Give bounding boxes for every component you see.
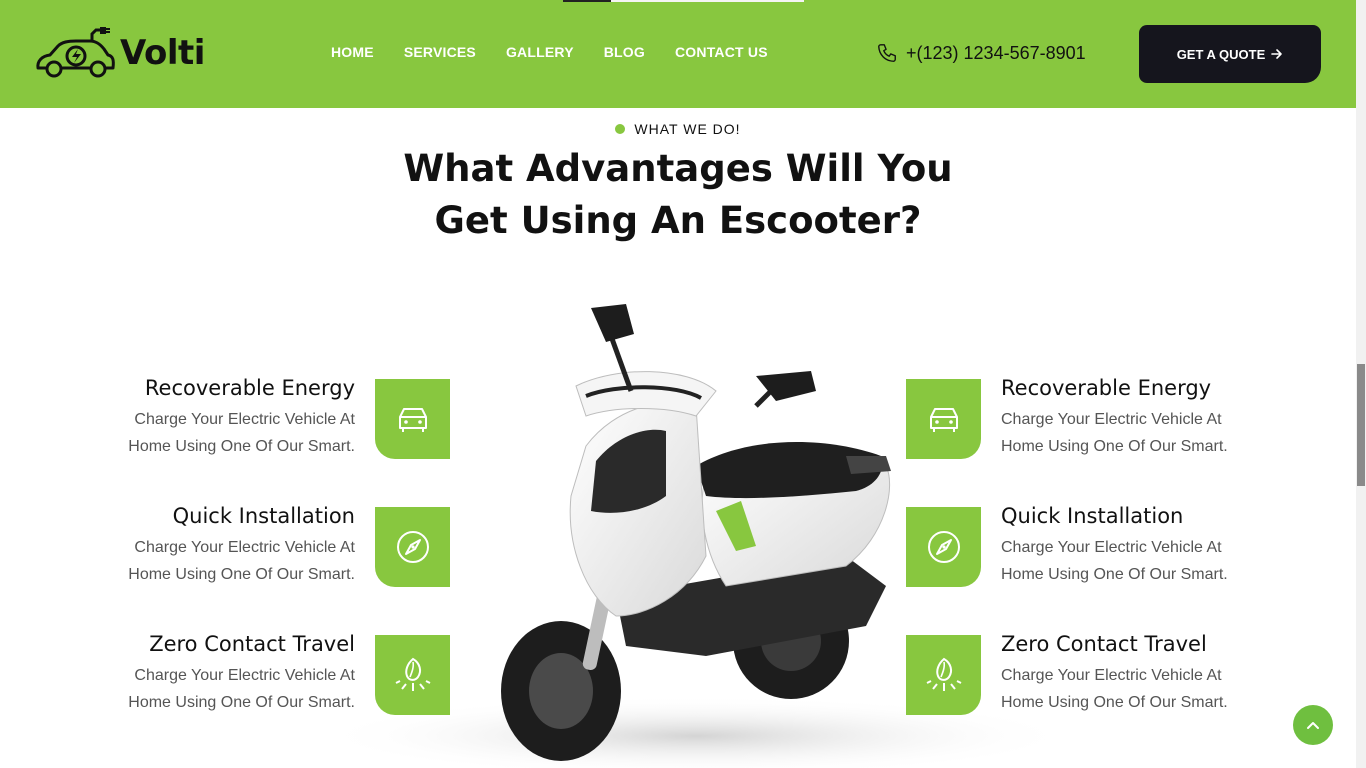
feature-description: Charge Your Electric Vehicle At Home Usi… xyxy=(25,406,355,460)
feature-icon-box xyxy=(906,635,981,715)
feature-right-quick-installation: Quick Installation Charge Your Electric … xyxy=(1001,504,1331,588)
back-to-top-button[interactable] xyxy=(1293,705,1333,745)
feature-description-line-2: Home Using One Of Our Smart. xyxy=(128,694,355,711)
feature-title: Zero Contact Travel xyxy=(149,632,355,656)
feature-description: Charge Your Electric Vehicle At Home Usi… xyxy=(25,534,355,588)
phone-icon xyxy=(878,44,896,62)
feature-description-line-2: Home Using One Of Our Smart. xyxy=(128,438,355,455)
feature-description-line-2: Home Using One Of Our Smart. xyxy=(1001,566,1228,583)
feature-description-line-2: Home Using One Of Our Smart. xyxy=(1001,694,1228,711)
main-nav: HOME SERVICES GALLERY BLOG CONTACT US xyxy=(331,44,768,60)
car-plug-logo-icon xyxy=(36,27,115,78)
feature-right-zero-contact-travel: Zero Contact Travel Charge Your Electric… xyxy=(1001,632,1331,716)
feature-description-line-1: Charge Your Electric Vehicle At xyxy=(134,411,355,428)
brand-name: Volti xyxy=(120,33,205,73)
scrollbar-thumb[interactable] xyxy=(1357,364,1365,486)
compass-icon xyxy=(927,531,960,563)
feature-icon-box xyxy=(375,507,450,587)
eco-leaf-icon xyxy=(926,657,961,691)
feature-title: Zero Contact Travel xyxy=(1001,632,1207,656)
feature-description: Charge Your Electric Vehicle At Home Usi… xyxy=(25,662,355,716)
phone-contact[interactable]: +(123) 1234-567-8901 xyxy=(876,42,1086,64)
phone-number: +(123) 1234-567-8901 xyxy=(906,42,1086,63)
feature-title: Quick Installation xyxy=(1001,504,1184,528)
feature-icon-box xyxy=(906,379,981,459)
feature-description-line-1: Charge Your Electric Vehicle At xyxy=(1001,411,1222,428)
feature-description-line-1: Charge Your Electric Vehicle At xyxy=(1001,539,1222,556)
nav-home[interactable]: HOME xyxy=(331,44,374,60)
feature-description: Charge Your Electric Vehicle At Home Usi… xyxy=(1001,662,1331,716)
section-title-line-1: What Advantages Will You xyxy=(403,147,953,190)
eyebrow-dot xyxy=(615,124,626,134)
feature-description-line-2: Home Using One Of Our Smart. xyxy=(128,566,355,583)
feature-title: Quick Installation xyxy=(172,504,355,528)
car-icon xyxy=(398,408,427,432)
nav-blog[interactable]: BLOG xyxy=(604,44,645,60)
chevron-up-icon xyxy=(1307,722,1319,729)
eco-leaf-icon xyxy=(395,657,430,691)
feature-left-quick-installation: Quick Installation Charge Your Electric … xyxy=(25,504,355,588)
section-title-line-2: Get Using An Escooter? xyxy=(434,199,922,242)
section-title: What Advantages Will You Get Using An Es… xyxy=(0,143,1356,247)
nav-contact-us[interactable]: CONTACT US xyxy=(675,44,768,60)
feature-description-line-2: Home Using One Of Our Smart. xyxy=(1001,438,1228,455)
feature-title: Recoverable Energy xyxy=(144,376,355,400)
feature-left-zero-contact-travel: Zero Contact Travel Charge Your Electric… xyxy=(25,632,355,716)
arrow-right-icon xyxy=(1271,49,1283,59)
feature-title: Recoverable Energy xyxy=(1001,376,1212,400)
get-a-quote-button[interactable]: GET A QUOTE xyxy=(1139,25,1321,83)
feature-icon-box xyxy=(906,507,981,587)
quote-button-label: GET A QUOTE xyxy=(1176,46,1266,62)
feature-description: Charge Your Electric Vehicle At Home Usi… xyxy=(1001,406,1331,460)
top-indicator-dark xyxy=(563,0,611,2)
feature-left-recoverable-energy: Recoverable Energy Charge Your Electric … xyxy=(25,376,355,460)
feature-description-line-1: Charge Your Electric Vehicle At xyxy=(134,667,355,684)
nav-gallery[interactable]: GALLERY xyxy=(506,44,574,60)
feature-description-line-1: Charge Your Electric Vehicle At xyxy=(134,539,355,556)
feature-icon-box xyxy=(375,635,450,715)
nav-services[interactable]: SERVICES xyxy=(404,44,476,60)
logo[interactable]: Volti xyxy=(34,26,205,80)
section-eyebrow: WHAT WE DO! xyxy=(0,121,1356,137)
eyebrow-text: WHAT WE DO! xyxy=(634,121,741,137)
feature-description: Charge Your Electric Vehicle At Home Usi… xyxy=(1001,534,1331,588)
top-indicator-light xyxy=(611,0,804,2)
feature-right-recoverable-energy: Recoverable Energy Charge Your Electric … xyxy=(1001,376,1331,460)
site-header: Volti HOME SERVICES GALLERY BLOG CONTACT… xyxy=(0,0,1356,108)
feature-description-line-1: Charge Your Electric Vehicle At xyxy=(1001,667,1222,684)
car-icon xyxy=(929,408,958,432)
feature-icon-box xyxy=(375,379,450,459)
compass-icon xyxy=(396,531,429,563)
